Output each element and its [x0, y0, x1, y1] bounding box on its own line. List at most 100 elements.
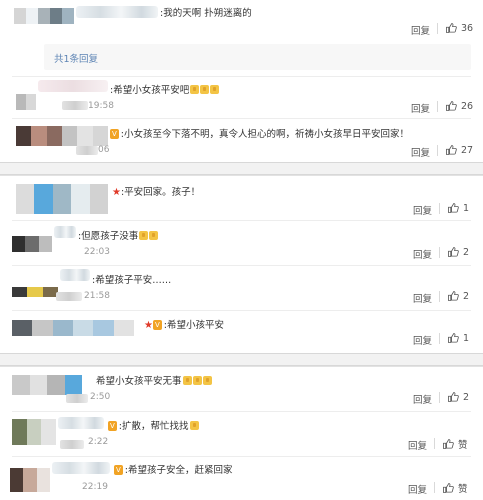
reply-button[interactable]: 回复 — [413, 203, 432, 217]
like-button[interactable]: 1 — [447, 332, 469, 344]
comment-row: V:小女孩至今下落不明，真令人担心的啊，祈祷小女孩早日平安回家！ 06 回复 2… — [0, 120, 483, 162]
reply-button[interactable]: 回复 — [411, 145, 430, 159]
reply-button[interactable]: 回复 — [413, 392, 432, 406]
divider — [439, 203, 440, 214]
thumbs-up-icon — [448, 333, 459, 343]
username[interactable] — [76, 6, 158, 18]
avatar[interactable] — [12, 419, 57, 445]
comment-text: V:小女孩至今下落不明，真令人担心的啊，祈祷小女孩早日平安回家！ — [110, 129, 409, 140]
timestamp: 2:50 — [90, 392, 111, 402]
emoji-icon — [182, 376, 192, 385]
avatar[interactable] — [12, 320, 134, 336]
timestamp-blur — [76, 146, 98, 155]
section-separator — [0, 162, 483, 175]
like-button[interactable]: 赞 — [442, 481, 468, 495]
like-count: 2 — [463, 290, 470, 302]
avatar[interactable] — [12, 236, 52, 252]
star-icon: ★ — [112, 187, 121, 198]
reply-button[interactable]: 回复 — [411, 23, 430, 37]
avatar[interactable] — [16, 94, 36, 110]
like-button[interactable]: 2 — [447, 290, 469, 302]
divider — [12, 220, 471, 221]
avatar[interactable] — [14, 8, 74, 24]
like-count: 27 — [461, 144, 474, 156]
divider — [12, 265, 471, 266]
thumbs-up-icon — [448, 247, 459, 257]
emoji-icon — [149, 231, 159, 240]
divider — [434, 482, 435, 493]
vip-badge-icon: V — [152, 320, 162, 330]
username[interactable] — [52, 462, 110, 474]
section-separator — [0, 353, 483, 366]
divider — [439, 247, 440, 258]
divider — [12, 411, 471, 412]
comment-row: V:扩散，帮忙找找 2:22 回复 赞 — [0, 413, 483, 455]
comment-block-2: ★:平安回家。孩子！ 回复 1 :但愿孩子没事 22:03 回复 2 :希望孩子… — [0, 175, 483, 353]
divider — [437, 23, 438, 34]
timestamp-blur — [56, 292, 82, 301]
emoji-icon — [139, 231, 149, 240]
comment-text: :希望孩子平安…… — [92, 275, 172, 286]
thumbs-up-icon — [443, 483, 454, 493]
comment-text: 希望小女孩平安无事 — [96, 373, 212, 387]
like-count: 2 — [463, 246, 470, 258]
username[interactable] — [54, 226, 76, 238]
avatar[interactable] — [12, 375, 82, 395]
username[interactable] — [58, 417, 104, 429]
reply-button[interactable]: 回复 — [413, 333, 432, 347]
divider — [439, 291, 440, 302]
like-button[interactable]: 27 — [445, 144, 473, 156]
timestamp-blur — [60, 440, 84, 449]
emoji-icon — [189, 421, 199, 430]
comment-block-3: 希望小女孩平安无事 2:50 回复 2 V:扩散，帮忙找找 2:22 回复 赞 … — [0, 366, 483, 500]
comment-block-1: :我的天啊 扑朔迷离的 回复 36 共1条回复 :希望小女孩平安吧 19:58 … — [0, 0, 483, 162]
timestamp: 22:19 — [82, 482, 108, 492]
divider — [12, 76, 471, 77]
comment-text: ★:平安回家。孩子！ — [112, 187, 201, 198]
more-replies-link[interactable]: 共1条回复 — [54, 51, 98, 65]
like-count: 1 — [463, 332, 470, 344]
divider — [437, 101, 438, 112]
timestamp: 21:58 — [84, 291, 110, 301]
like-button[interactable]: 1 — [447, 202, 469, 214]
divider — [434, 438, 435, 449]
timestamp: 06 — [98, 145, 110, 155]
reply-button[interactable]: 回复 — [411, 101, 430, 115]
reply-button[interactable]: 回复 — [408, 482, 427, 496]
avatar[interactable] — [16, 126, 108, 146]
reply-button[interactable]: 回复 — [413, 291, 432, 305]
thumbs-up-icon — [443, 439, 454, 449]
avatar[interactable] — [16, 184, 109, 214]
comment-row: V:希望孩子安全，赶紧回家 22:19 回复 赞 — [0, 458, 483, 500]
comment-row: ★ V:希望小孩平安 回复 1 — [0, 312, 483, 352]
avatar[interactable] — [12, 287, 58, 297]
reply-button[interactable]: 回复 — [413, 247, 432, 261]
like-count: 2 — [463, 391, 470, 403]
like-button[interactable]: 赞 — [442, 437, 468, 451]
emoji-icon — [190, 85, 200, 94]
like-button[interactable]: 26 — [445, 100, 473, 112]
comment-row: 希望小女孩平安无事 2:50 回复 2 — [0, 367, 483, 409]
timestamp-blur — [66, 394, 88, 403]
comment-text: :但愿孩子没事 — [78, 228, 159, 242]
comment-row: :希望孩子平安…… 21:58 回复 2 — [0, 267, 483, 309]
divider — [12, 118, 471, 119]
vip-badge-icon: V — [114, 465, 123, 475]
avatar[interactable] — [10, 468, 50, 492]
like-count: 赞 — [458, 440, 468, 451]
timestamp-blur — [62, 101, 88, 110]
vip-badge-icon: V — [108, 421, 117, 431]
like-button[interactable]: 2 — [447, 246, 469, 258]
like-button[interactable]: 2 — [447, 391, 469, 403]
username[interactable] — [38, 80, 108, 92]
comment-row: :我的天啊 扑朔迷离的 回复 36 — [0, 0, 483, 40]
like-button[interactable]: 36 — [445, 22, 473, 34]
timestamp: 19:58 — [88, 101, 114, 111]
divider — [439, 333, 440, 344]
username[interactable] — [60, 269, 90, 281]
emoji-icon — [202, 376, 212, 385]
reply-button[interactable]: 回复 — [408, 438, 427, 452]
timestamp: 2:22 — [88, 437, 109, 447]
divider — [12, 456, 471, 457]
emoji-icon — [192, 376, 202, 385]
